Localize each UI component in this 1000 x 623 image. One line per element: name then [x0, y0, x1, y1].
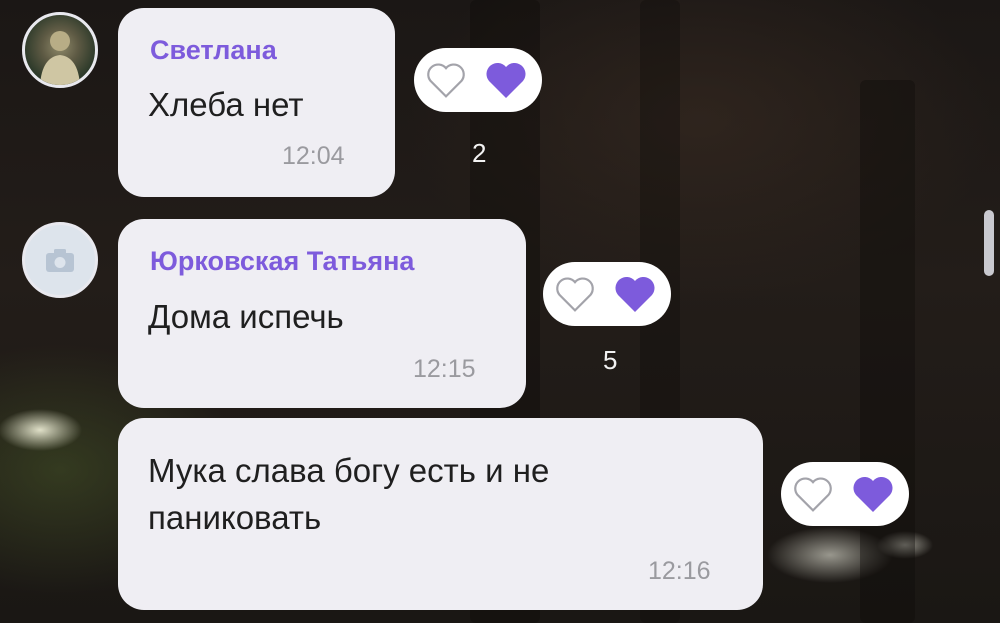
- message-text: Дома испечь: [148, 298, 344, 335]
- heart-outline-icon[interactable]: [424, 60, 468, 100]
- reaction-count: 5: [603, 345, 618, 375]
- background-tree: [860, 80, 915, 623]
- avatar[interactable]: [22, 12, 98, 88]
- sender-name[interactable]: Юрковская Татьяна: [150, 246, 414, 277]
- user-photo-icon: [40, 31, 80, 85]
- reaction-count: 2: [472, 138, 487, 168]
- heart-outline-icon[interactable]: [791, 474, 835, 514]
- heart-outline-icon[interactable]: [553, 274, 597, 314]
- avatar[interactable]: [22, 222, 98, 298]
- message-text-line-1: Мука слава богу есть и не: [148, 452, 550, 489]
- heart-filled-icon[interactable]: [611, 272, 659, 316]
- message-text: Хлеба нет: [148, 86, 304, 123]
- message-text-line-2: паниковать: [148, 499, 322, 536]
- reaction-pill[interactable]: [781, 462, 909, 526]
- heart-filled-icon[interactable]: [482, 58, 530, 102]
- reaction-pill[interactable]: [414, 48, 542, 112]
- message-time: 12:15: [413, 355, 476, 383]
- message-time: 12:04: [282, 142, 345, 170]
- message-time: 12:16: [648, 557, 711, 585]
- sender-name[interactable]: Светлана: [150, 35, 277, 66]
- reaction-pill[interactable]: [543, 262, 671, 326]
- camera-icon: [46, 249, 74, 272]
- heart-filled-icon[interactable]: [849, 472, 897, 516]
- scrollbar[interactable]: [984, 210, 994, 276]
